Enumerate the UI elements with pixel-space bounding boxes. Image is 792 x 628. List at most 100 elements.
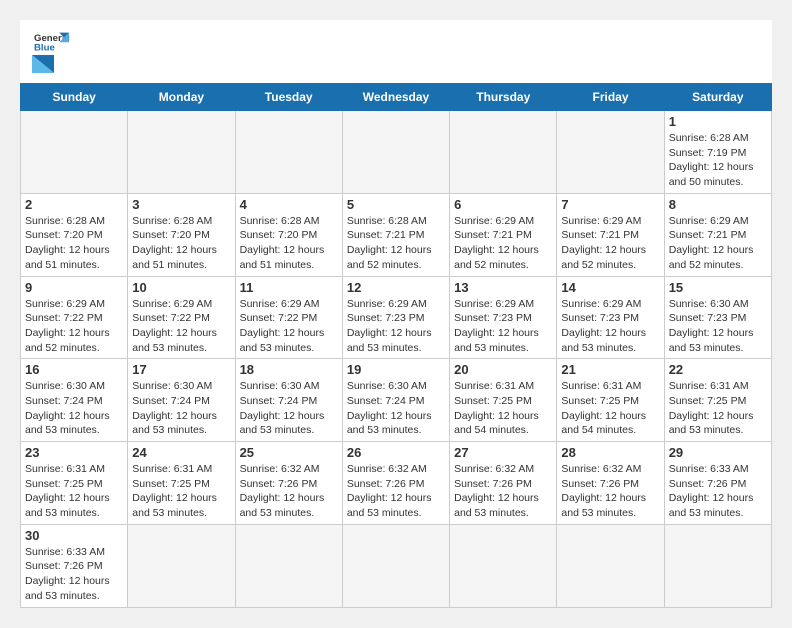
calendar-cell <box>235 524 342 607</box>
calendar-cell: 27 Sunrise: 6:32 AM Sunset: 7:26 PM Dayli… <box>450 442 557 525</box>
day-number: 22 <box>669 362 767 377</box>
day-number: 7 <box>561 197 659 212</box>
day-number: 15 <box>669 280 767 295</box>
weekday-header-thursday: Thursday <box>450 84 557 111</box>
day-info: Sunrise: 6:28 AM Sunset: 7:19 PM Dayligh… <box>669 131 767 190</box>
day-info: Sunrise: 6:31 AM Sunset: 7:25 PM Dayligh… <box>454 379 552 438</box>
day-info: Sunrise: 6:29 AM Sunset: 7:22 PM Dayligh… <box>240 297 338 356</box>
calendar-cell <box>664 524 771 607</box>
day-info: Sunrise: 6:29 AM Sunset: 7:22 PM Dayligh… <box>132 297 230 356</box>
day-number: 10 <box>132 280 230 295</box>
day-number: 30 <box>25 528 123 543</box>
day-info: Sunrise: 6:32 AM Sunset: 7:26 PM Dayligh… <box>561 462 659 521</box>
week-row-3: 9 Sunrise: 6:29 AM Sunset: 7:22 PM Daylig… <box>21 276 772 359</box>
day-number: 17 <box>132 362 230 377</box>
calendar-table: SundayMondayTuesdayWednesdayThursdayFrid… <box>20 83 772 608</box>
day-info: Sunrise: 6:29 AM Sunset: 7:22 PM Dayligh… <box>25 297 123 356</box>
day-number: 3 <box>132 197 230 212</box>
calendar-cell <box>450 524 557 607</box>
day-info: Sunrise: 6:31 AM Sunset: 7:25 PM Dayligh… <box>669 379 767 438</box>
week-row-1: 1 Sunrise: 6:28 AM Sunset: 7:19 PM Daylig… <box>21 111 772 194</box>
day-info: Sunrise: 6:29 AM Sunset: 7:23 PM Dayligh… <box>347 297 445 356</box>
calendar-cell: 11 Sunrise: 6:29 AM Sunset: 7:22 PM Dayli… <box>235 276 342 359</box>
calendar-cell: 21 Sunrise: 6:31 AM Sunset: 7:25 PM Dayli… <box>557 359 664 442</box>
day-number: 14 <box>561 280 659 295</box>
calendar-cell: 12Sunrise: 6:29 AM Sunset: 7:23 PM Dayli… <box>342 276 449 359</box>
calendar-cell: 5 Sunrise: 6:28 AM Sunset: 7:21 PM Daylig… <box>342 193 449 276</box>
calendar-cell: 13Sunrise: 6:29 AM Sunset: 7:23 PM Dayli… <box>450 276 557 359</box>
day-info: Sunrise: 6:29 AM Sunset: 7:21 PM Dayligh… <box>561 214 659 273</box>
day-number: 28 <box>561 445 659 460</box>
calendar-cell: 15Sunrise: 6:30 AM Sunset: 7:23 PM Dayli… <box>664 276 771 359</box>
day-info: Sunrise: 6:29 AM Sunset: 7:23 PM Dayligh… <box>561 297 659 356</box>
calendar-cell: 18 Sunrise: 6:30 AM Sunset: 7:24 PM Dayli… <box>235 359 342 442</box>
calendar-cell: 9 Sunrise: 6:29 AM Sunset: 7:22 PM Daylig… <box>21 276 128 359</box>
calendar-cell: 8Sunrise: 6:29 AM Sunset: 7:21 PM Daylig… <box>664 193 771 276</box>
day-number: 25 <box>240 445 338 460</box>
day-number: 18 <box>240 362 338 377</box>
weekday-header-friday: Friday <box>557 84 664 111</box>
day-number: 5 <box>347 197 445 212</box>
day-number: 1 <box>669 114 767 129</box>
weekday-header-row: SundayMondayTuesdayWednesdayThursdayFrid… <box>21 84 772 111</box>
weekday-header-monday: Monday <box>128 84 235 111</box>
week-row-2: 2 Sunrise: 6:28 AM Sunset: 7:20 PM Daylig… <box>21 193 772 276</box>
day-info: Sunrise: 6:31 AM Sunset: 7:25 PM Dayligh… <box>132 462 230 521</box>
calendar-cell <box>21 111 128 194</box>
day-number: 29 <box>669 445 767 460</box>
day-info: Sunrise: 6:28 AM Sunset: 7:20 PM Dayligh… <box>25 214 123 273</box>
calendar-cell: 14 Sunrise: 6:29 AM Sunset: 7:23 PM Dayli… <box>557 276 664 359</box>
day-info: Sunrise: 6:28 AM Sunset: 7:20 PM Dayligh… <box>240 214 338 273</box>
calendar-cell: 29 Sunrise: 6:33 AM Sunset: 7:26 PM Dayli… <box>664 442 771 525</box>
calendar-cell <box>342 524 449 607</box>
week-row-6: 30 Sunrise: 6:33 AM Sunset: 7:26 PM Dayli… <box>21 524 772 607</box>
day-info: Sunrise: 6:31 AM Sunset: 7:25 PM Dayligh… <box>561 379 659 438</box>
calendar-cell: 17 Sunrise: 6:30 AM Sunset: 7:24 PM Dayli… <box>128 359 235 442</box>
calendar-cell: 2 Sunrise: 6:28 AM Sunset: 7:20 PM Daylig… <box>21 193 128 276</box>
weekday-header-tuesday: Tuesday <box>235 84 342 111</box>
day-info: Sunrise: 6:29 AM Sunset: 7:23 PM Dayligh… <box>454 297 552 356</box>
calendar-cell: 26Sunrise: 6:32 AM Sunset: 7:26 PM Dayli… <box>342 442 449 525</box>
day-number: 23 <box>25 445 123 460</box>
day-info: Sunrise: 6:33 AM Sunset: 7:26 PM Dayligh… <box>669 462 767 521</box>
calendar-cell: 1 Sunrise: 6:28 AM Sunset: 7:19 PM Daylig… <box>664 111 771 194</box>
day-info: Sunrise: 6:33 AM Sunset: 7:26 PM Dayligh… <box>25 545 123 604</box>
day-info: Sunrise: 6:30 AM Sunset: 7:24 PM Dayligh… <box>240 379 338 438</box>
calendar-cell: 19Sunrise: 6:30 AM Sunset: 7:24 PM Dayli… <box>342 359 449 442</box>
day-number: 19 <box>347 362 445 377</box>
day-info: Sunrise: 6:29 AM Sunset: 7:21 PM Dayligh… <box>454 214 552 273</box>
day-info: Sunrise: 6:28 AM Sunset: 7:21 PM Dayligh… <box>347 214 445 273</box>
weekday-header-saturday: Saturday <box>664 84 771 111</box>
day-info: Sunrise: 6:30 AM Sunset: 7:24 PM Dayligh… <box>132 379 230 438</box>
calendar-cell <box>128 111 235 194</box>
day-number: 2 <box>25 197 123 212</box>
calendar-cell: 20 Sunrise: 6:31 AM Sunset: 7:25 PM Dayli… <box>450 359 557 442</box>
day-info: Sunrise: 6:31 AM Sunset: 7:25 PM Dayligh… <box>25 462 123 521</box>
day-number: 21 <box>561 362 659 377</box>
logo: General Blue <box>30 30 70 75</box>
calendar-header: General Blue <box>20 20 772 83</box>
day-number: 4 <box>240 197 338 212</box>
calendar-cell: 30 Sunrise: 6:33 AM Sunset: 7:26 PM Dayli… <box>21 524 128 607</box>
calendar-page: General Blue <box>20 20 772 608</box>
day-info: Sunrise: 6:28 AM Sunset: 7:20 PM Dayligh… <box>132 214 230 273</box>
calendar-cell: 10 Sunrise: 6:29 AM Sunset: 7:22 PM Dayli… <box>128 276 235 359</box>
calendar-cell: 25Sunrise: 6:32 AM Sunset: 7:26 PM Dayli… <box>235 442 342 525</box>
calendar-cell <box>342 111 449 194</box>
week-row-5: 23 Sunrise: 6:31 AM Sunset: 7:25 PM Dayli… <box>21 442 772 525</box>
day-number: 9 <box>25 280 123 295</box>
calendar-cell: 16 Sunrise: 6:30 AM Sunset: 7:24 PM Dayli… <box>21 359 128 442</box>
week-row-4: 16 Sunrise: 6:30 AM Sunset: 7:24 PM Dayli… <box>21 359 772 442</box>
day-number: 20 <box>454 362 552 377</box>
day-info: Sunrise: 6:32 AM Sunset: 7:26 PM Dayligh… <box>454 462 552 521</box>
day-number: 6 <box>454 197 552 212</box>
day-number: 16 <box>25 362 123 377</box>
day-number: 27 <box>454 445 552 460</box>
weekday-header-sunday: Sunday <box>21 84 128 111</box>
day-info: Sunrise: 6:30 AM Sunset: 7:24 PM Dayligh… <box>25 379 123 438</box>
calendar-cell <box>557 524 664 607</box>
calendar-cell: 7 Sunrise: 6:29 AM Sunset: 7:21 PM Daylig… <box>557 193 664 276</box>
day-number: 11 <box>240 280 338 295</box>
svg-text:Blue: Blue <box>34 43 55 54</box>
calendar-cell: 22 Sunrise: 6:31 AM Sunset: 7:25 PM Dayli… <box>664 359 771 442</box>
